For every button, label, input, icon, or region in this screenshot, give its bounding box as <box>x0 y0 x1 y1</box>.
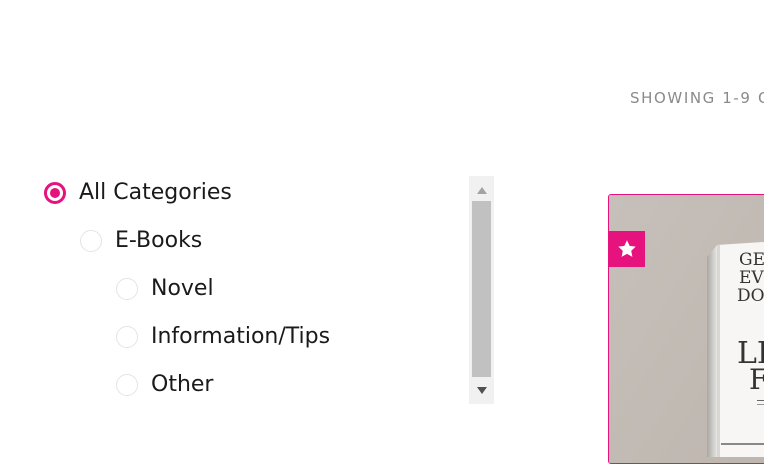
book-cover-line: DON <box>737 286 764 306</box>
product-card[interactable]: GET EVE DON LI F <box>608 194 764 464</box>
category-option-all[interactable]: All Categories <box>44 180 232 205</box>
category-label: Other <box>151 372 214 397</box>
radio-button[interactable] <box>116 277 138 300</box>
category-option-novel[interactable]: Novel <box>116 276 214 301</box>
category-scrollbar[interactable] <box>469 176 494 404</box>
radio-button[interactable] <box>44 181 66 204</box>
category-label: E-Books <box>115 228 203 253</box>
book-cover-line: GET <box>739 250 764 270</box>
radio-button[interactable] <box>116 325 138 348</box>
star-icon <box>618 240 636 257</box>
scroll-up-arrow-icon[interactable] <box>469 180 494 200</box>
radio-button[interactable] <box>116 373 138 396</box>
category-label: All Categories <box>79 180 232 205</box>
category-option-information-tips[interactable]: Information/Tips <box>116 324 330 349</box>
scroll-down-arrow-icon[interactable] <box>469 380 494 400</box>
results-count: SHOWING 1-9 O <box>630 89 764 107</box>
book-cover-line: F <box>749 363 764 396</box>
scroll-thumb[interactable] <box>472 201 491 377</box>
category-option-ebooks[interactable]: E-Books <box>80 228 202 253</box>
category-option-other[interactable]: Other <box>116 372 213 397</box>
category-label: Novel <box>151 276 214 301</box>
book-cover-line: EVE <box>739 268 764 288</box>
favorite-badge[interactable] <box>609 231 645 267</box>
radio-button[interactable] <box>80 229 102 252</box>
category-label: Information/Tips <box>151 324 331 349</box>
